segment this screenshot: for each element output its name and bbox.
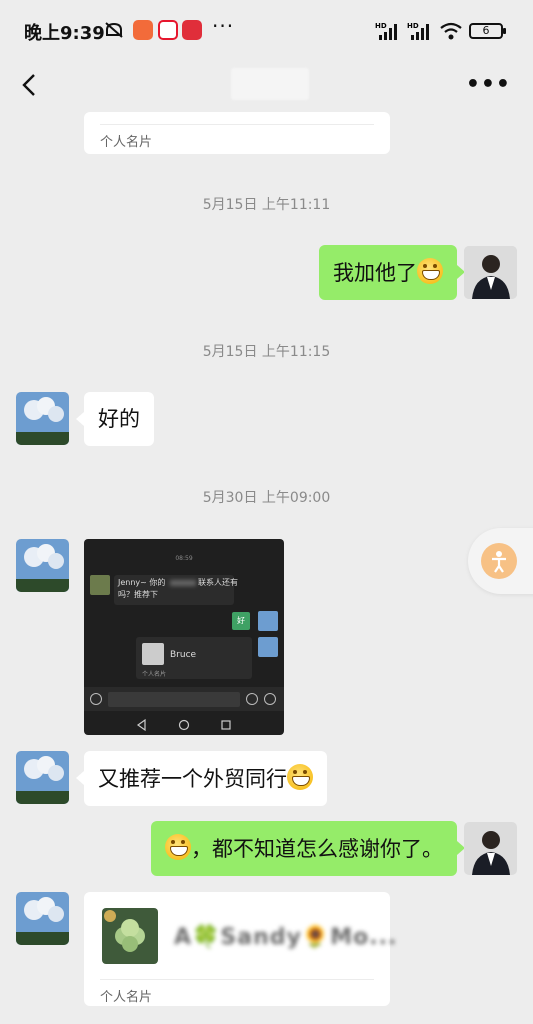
grin-emoji-icon <box>417 258 443 284</box>
avatar-other[interactable] <box>16 892 69 945</box>
sky-photo-icon <box>16 751 69 804</box>
message-bubble-other[interactable]: 又推荐一个外贸同行 <box>76 751 327 806</box>
person-photo-icon <box>464 246 517 299</box>
mute-icon <box>105 22 123 38</box>
image-avatar-self-2 <box>258 637 278 657</box>
person-photo-icon <box>464 822 517 875</box>
back-icon[interactable] <box>16 70 44 100</box>
image-avatar-icon <box>90 575 110 595</box>
grin-emoji-icon <box>165 834 191 860</box>
timestamp: 5月30日 上午09:00 <box>202 490 331 506</box>
message-bubble-self[interactable]: ，都不知道怎么感谢你了。 <box>151 821 465 876</box>
chat-title-redacted <box>231 68 309 100</box>
sky-photo-icon <box>16 539 69 592</box>
contact-card-top[interactable]: 个人名片 <box>84 112 390 154</box>
nav-bar: ••• <box>0 62 533 112</box>
image-plus-icon <box>264 693 276 705</box>
sky-photo-icon <box>16 892 69 945</box>
timestamp: 5月15日 上午11:11 <box>202 197 331 213</box>
avatar-other[interactable] <box>16 751 69 804</box>
battery-icon: 6 <box>469 23 506 39</box>
message-text: ，都不知道怎么感谢你了。 <box>191 837 443 861</box>
message-bubble-self[interactable]: 我加他了 <box>319 245 465 300</box>
signal-icon: HD <box>375 22 397 40</box>
status-bar: 晚上9:39 ··· HD HD 6 <box>0 0 533 62</box>
image-card-label: 个人名片 <box>142 671 167 678</box>
more-options-icon[interactable]: ••• <box>466 72 511 97</box>
wifi-icon <box>440 22 462 40</box>
image-card-name: Bruce <box>170 650 197 660</box>
image-card-avatar <box>142 643 164 665</box>
red-app-icon <box>182 20 202 40</box>
floating-assist-button[interactable] <box>468 528 533 594</box>
svg-text:HD: HD <box>375 22 387 30</box>
avatar-self[interactable] <box>464 246 517 299</box>
message-bubble-other[interactable]: 好的 <box>76 392 154 446</box>
svg-text:HD: HD <box>407 22 419 30</box>
accessibility-icon <box>481 543 517 579</box>
message-text: 又推荐一个外贸同行 <box>98 767 287 791</box>
message-text: 我加他了 <box>333 261 417 285</box>
timestamp: 5月15日 上午11:15 <box>202 344 331 360</box>
status-time: 晚上9:39 <box>24 23 105 44</box>
grin-emoji-icon <box>287 764 313 790</box>
card-label: 个人名片 <box>100 135 153 150</box>
weibo-icon <box>158 20 178 40</box>
app-notification-icon <box>133 20 153 40</box>
image-time: 08:59 <box>175 555 193 562</box>
image-text-line2: 吗？推荐下 <box>118 590 158 599</box>
image-avatar-self <box>258 611 278 631</box>
clover-avatar-icon <box>102 908 158 964</box>
status-right: HD HD 6 <box>375 20 506 42</box>
image-system-nav <box>136 718 231 732</box>
avatar-other[interactable] <box>16 539 69 592</box>
screenshot-image-message[interactable]: 08:59 Jenny~ 你的 联系人还有 吗？推荐下 好 Bruce 个人名片 <box>84 539 284 735</box>
avatar-self[interactable] <box>464 822 517 875</box>
image-emoji-icon <box>246 693 258 705</box>
more-notifications-icon: ··· <box>212 14 235 38</box>
card-divider <box>100 124 374 125</box>
sky-photo-icon <box>16 392 69 445</box>
image-redacted <box>170 580 196 586</box>
image-text-line1: Jenny~ 你的 <box>118 578 166 587</box>
message-text: 好的 <box>98 407 140 431</box>
avatar-other[interactable] <box>16 392 69 445</box>
contact-name-blurred: A🍀Sandy🌻Mo... <box>174 925 398 950</box>
card-divider <box>100 979 374 980</box>
signal-icon-2: HD <box>407 22 429 40</box>
image-text-line1b: 联系人还有 <box>198 578 238 587</box>
image-reply: 好 <box>232 612 250 630</box>
image-voice-icon <box>90 693 102 705</box>
card-label: 个人名片 <box>100 990 153 1005</box>
image-input-field <box>108 692 240 707</box>
